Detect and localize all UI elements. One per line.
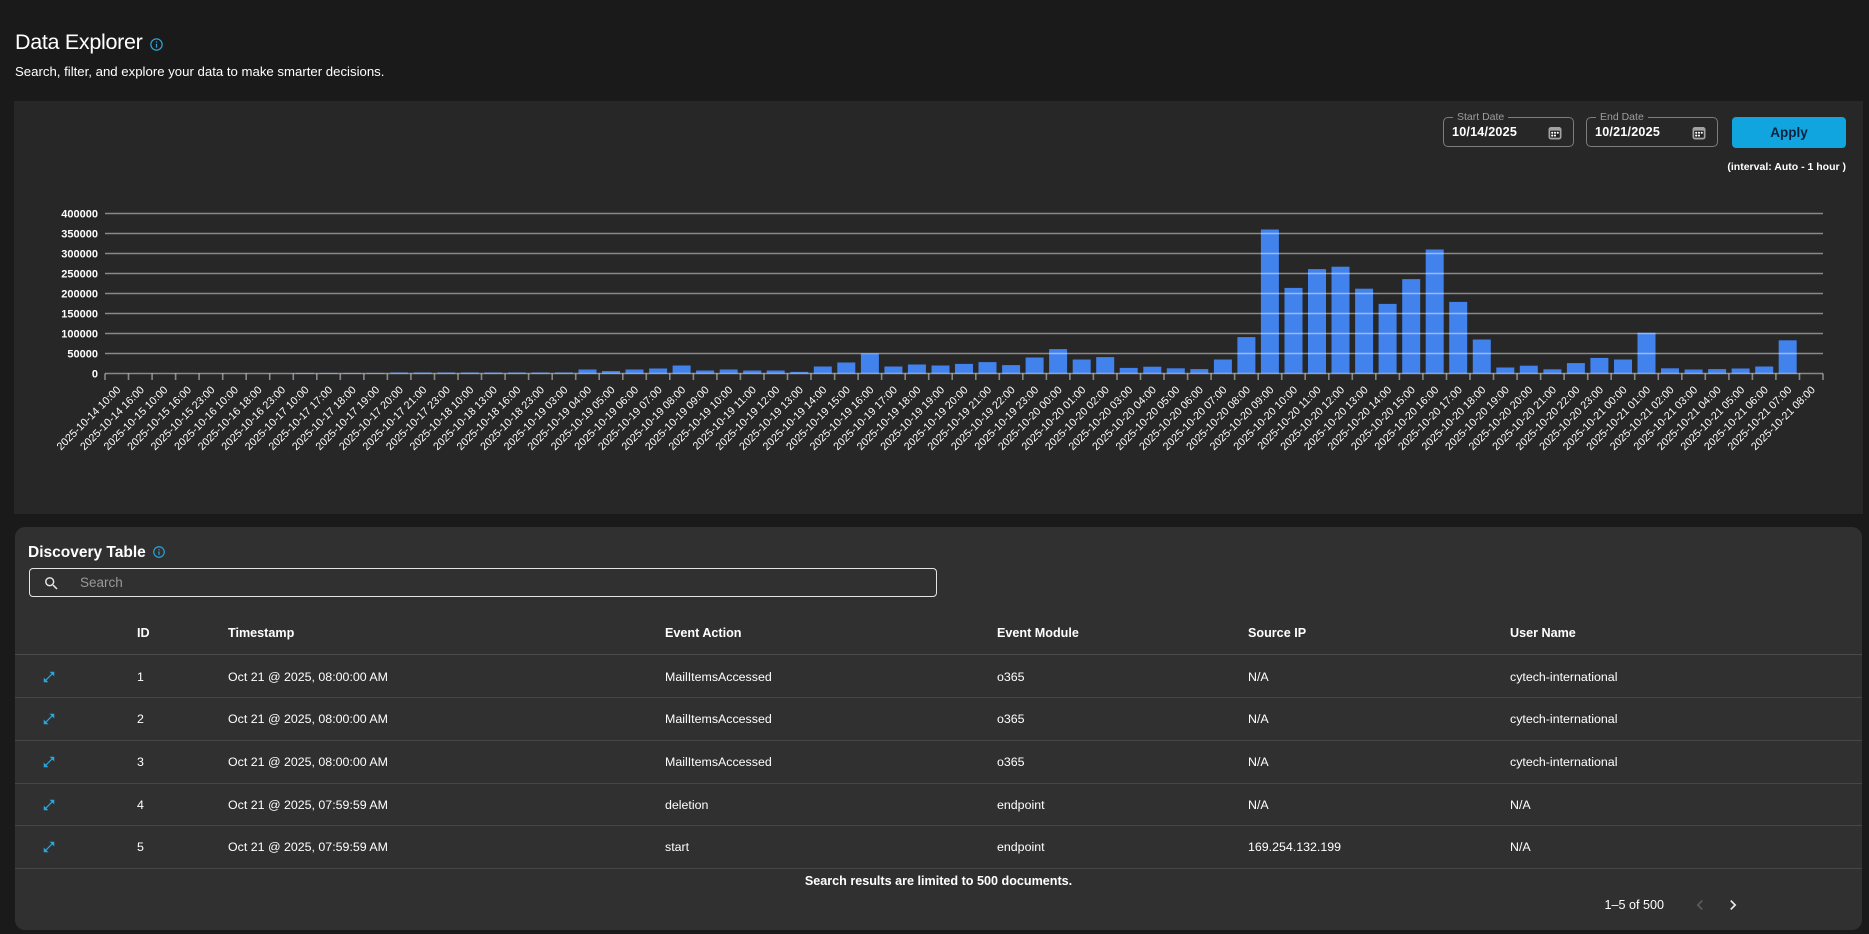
svg-text:150000: 150000 [61, 308, 98, 320]
svg-text:400000: 400000 [61, 208, 98, 220]
svg-text:0: 0 [92, 368, 98, 380]
svg-text:200000: 200000 [61, 288, 98, 300]
svg-text:300000: 300000 [61, 248, 98, 260]
svg-text:350000: 350000 [61, 228, 98, 240]
svg-text:100000: 100000 [61, 328, 98, 340]
svg-text:250000: 250000 [61, 268, 98, 280]
svg-text:50000: 50000 [67, 348, 98, 360]
